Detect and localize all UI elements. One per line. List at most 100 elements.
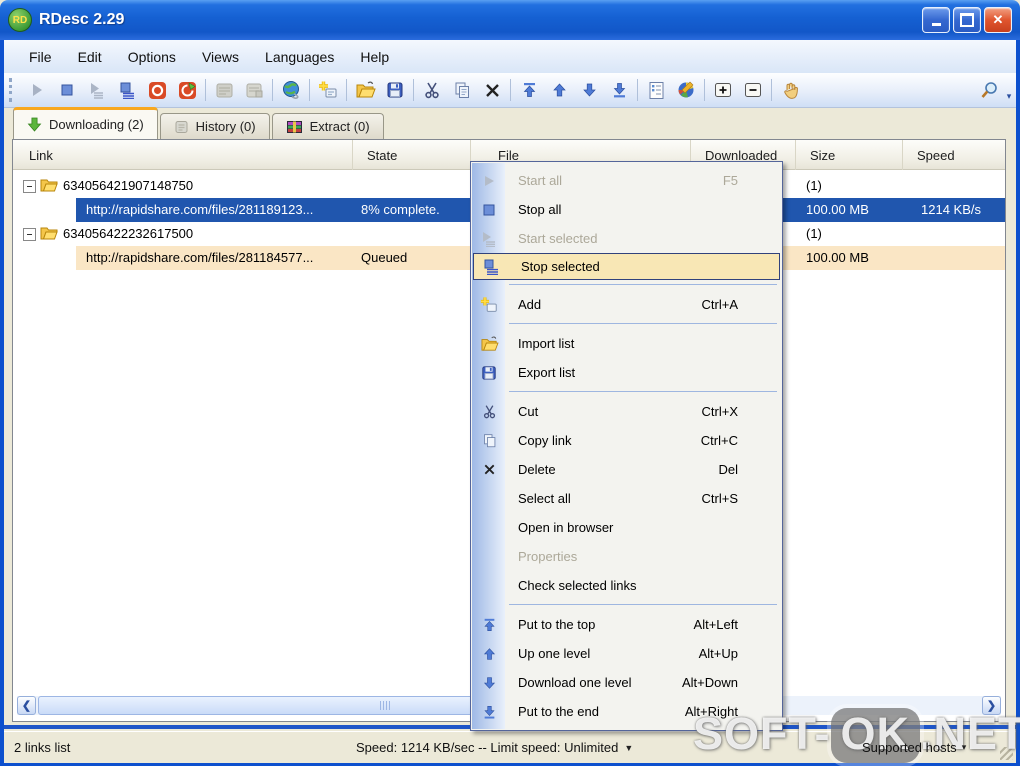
abort-button[interactable] [142,77,172,104]
menu-item-copy-link[interactable]: Copy linkCtrl+C [471,426,782,455]
menu-edit[interactable]: Edit [65,45,115,69]
delete-button[interactable] [477,77,507,104]
search-button[interactable] [974,77,1004,104]
stop-icon [58,81,76,99]
toolbar-separator [510,79,511,101]
chevron-down-icon[interactable]: ▼ [624,743,633,753]
stop-all-button[interactable] [52,77,82,104]
menu-file[interactable]: File [16,45,65,69]
cell-size: (1) [806,178,822,193]
maximize-icon [960,13,974,27]
column-header-state[interactable]: State [353,140,471,170]
scissors-icon [478,401,500,423]
arrow-up-icon [551,81,568,99]
delete-x-icon [484,82,501,99]
collapse-toggle-icon[interactable] [23,180,36,193]
properties-icon [648,81,665,100]
expand-all-button[interactable] [708,77,738,104]
tab-extract[interactable]: Extract (0) [272,113,384,139]
group-id-label: 634056421907148750 [63,178,193,193]
cell-link-url[interactable]: http://rapidshare.com/files/281189123... [86,202,313,217]
toolbar-grip[interactable] [9,78,16,102]
properties-button[interactable] [641,77,671,104]
move-down-button[interactable] [574,77,604,104]
export-list-button[interactable] [380,77,410,104]
menu-item-start-all[interactable]: Start allF5 [471,166,782,195]
toolbar-overflow-button[interactable]: ▾ [1004,78,1014,102]
menu-item-open-in-browser[interactable]: Open in browser [471,513,782,542]
tab-history[interactable]: History (0) [160,113,270,139]
move-top-button[interactable] [514,77,544,104]
stop-lines-icon [117,81,137,99]
start-selected-button[interactable] [82,77,112,104]
toolbar: ▾ [4,73,1016,108]
cut-button[interactable] [417,77,447,104]
search-icon [979,80,999,100]
copy-icon [453,81,471,99]
menu-item-start-selected[interactable]: Start selected [471,224,782,253]
restart-button[interactable] [172,77,202,104]
titlebar[interactable]: RD RDesc 2.29 ✕ [0,0,1020,40]
menu-item-stop-all[interactable]: Stop all [471,195,782,224]
status-speed[interactable]: Speed: 1214 KB/sec -- Limit speed: Unlim… [356,740,633,755]
menu-item-download-one-level[interactable]: Download one levelAlt+Down [471,668,782,697]
menu-item-stop-selected[interactable]: Stop selected [473,253,780,280]
arrow-top-icon [521,81,538,99]
stop-lines-icon [481,256,503,278]
maximize-button[interactable] [953,7,981,33]
menu-item-up-one-level[interactable]: Up one levelAlt+Up [471,639,782,668]
minimize-button[interactable] [922,7,950,33]
menu-views[interactable]: Views [189,45,252,69]
status-links-count: 2 links list [14,740,70,755]
statistics-button[interactable] [671,77,701,104]
menu-help[interactable]: Help [347,45,402,69]
group-id-label: 634056422232617500 [63,226,193,241]
menu-item-select-all[interactable]: Select allCtrl+S [471,484,782,513]
drag-hand-button[interactable] [775,77,805,104]
column-header-speed[interactable]: Speed [903,140,1005,170]
minus-box-icon [744,82,762,98]
menu-item-import-list[interactable]: Import list [471,329,782,358]
move-up-button[interactable] [544,77,574,104]
move-bottom-button[interactable] [604,77,634,104]
toolbar-separator [346,79,347,101]
open-in-browser-button[interactable] [276,77,306,104]
menu-item-cut[interactable]: CutCtrl+X [471,397,782,426]
close-button[interactable]: ✕ [984,7,1012,33]
menu-languages[interactable]: Languages [252,45,347,69]
menu-item-delete[interactable]: DeleteDel [471,455,782,484]
toolbar-separator [704,79,705,101]
stop-selected-button[interactable] [112,77,142,104]
menu-item-export-list[interactable]: Export list [471,358,782,387]
folder-icon [40,226,58,241]
collapse-all-button[interactable] [738,77,768,104]
list-tool-button-1[interactable] [209,77,239,104]
scroll-left-button[interactable]: ❮ [17,696,36,715]
copy-icon [478,430,500,452]
tab-downloading[interactable]: Downloading (2) [13,107,158,139]
cell-state: Queued [361,250,407,265]
menu-item-add[interactable]: AddCtrl+A [471,290,782,319]
toolbar-separator [413,79,414,101]
add-link-button[interactable] [313,77,343,104]
window-border-left [0,40,4,762]
menu-item-properties[interactable]: Properties [471,542,782,571]
cell-link-url[interactable]: http://rapidshare.com/files/281184577... [86,250,313,265]
import-list-button[interactable] [350,77,380,104]
menu-item-put-to-top[interactable]: Put to the topAlt+Left [471,610,782,639]
power-icon [148,81,167,100]
cell-size: (1) [806,226,822,241]
start-all-button[interactable] [22,77,52,104]
chevron-left-icon: ❮ [22,699,31,712]
history-icon [174,120,189,134]
copy-button[interactable] [447,77,477,104]
column-header-size[interactable]: Size [796,140,903,170]
column-header-link[interactable]: Link [13,140,353,170]
collapse-toggle-icon[interactable] [23,228,36,241]
folder-icon [40,178,58,193]
menu-separator [471,600,782,610]
status-supported-hosts[interactable]: Supported hosts ▾ [862,740,966,755]
menu-options[interactable]: Options [115,45,189,69]
list-tool-button-2[interactable] [239,77,269,104]
menu-item-check-selected-links[interactable]: Check selected links [471,571,782,600]
